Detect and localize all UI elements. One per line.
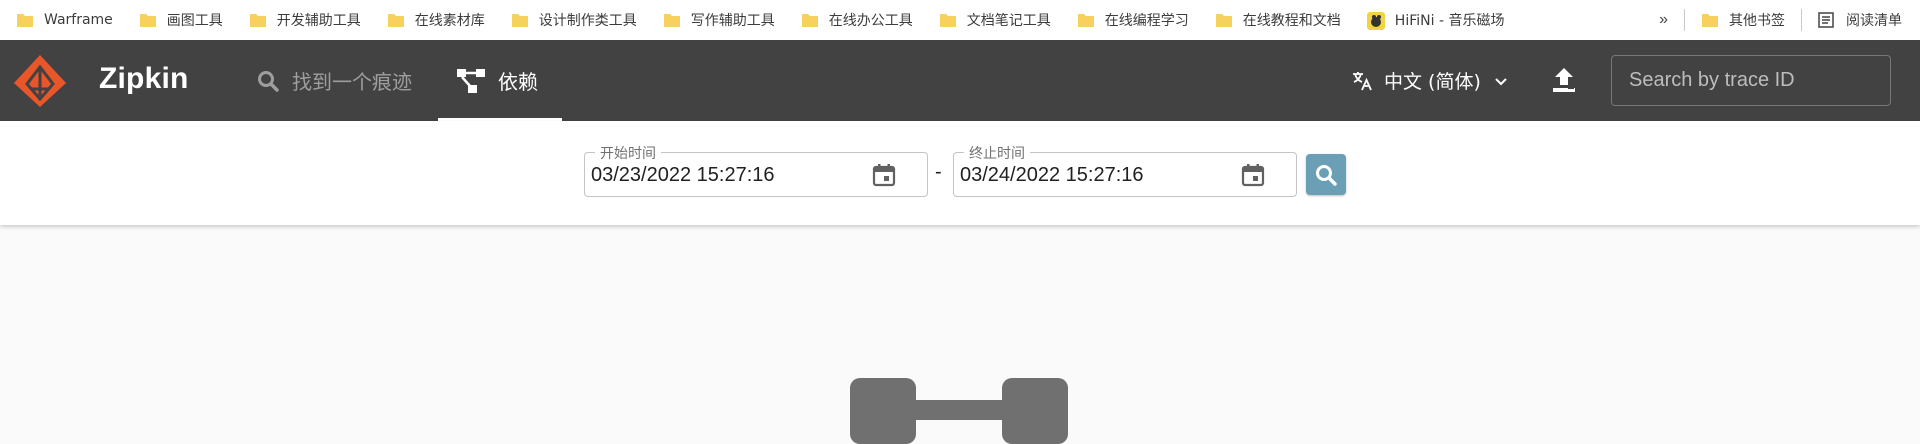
folder-icon [663, 12, 681, 28]
calendar-icon[interactable] [871, 162, 897, 188]
divider [1684, 9, 1685, 31]
start-time-field[interactable]: 开始时间 03/23/2022 15:27:16 [584, 143, 928, 197]
folder-icon [511, 12, 529, 28]
more-bookmarks-button[interactable]: » [1649, 11, 1678, 29]
bookmark-label: 在线教程和文档 [1242, 13, 1341, 29]
folder-icon [1077, 12, 1095, 28]
bookmark-dev-tools[interactable]: 开发辅助工具 [239, 0, 371, 40]
bookmarks-list: Warframe 画图工具 开发辅助工具 在线素材库 设计制作类工具 写作辅助工… [12, 0, 1514, 40]
app-header: Zipkin 找到一个痕迹 依赖 中文 (简体) [0, 40, 1920, 121]
zipkin-logo-icon[interactable] [12, 53, 68, 109]
tab-find-trace[interactable]: 找到一个痕迹 [256, 40, 412, 121]
empty-dependency-graph-icon [850, 378, 1070, 444]
bookmark-drawing-tools[interactable]: 画图工具 [129, 0, 233, 40]
reading-list-label: 阅读清单 [1846, 13, 1902, 29]
bookmark-label: 写作辅助工具 [690, 13, 775, 29]
bookmark-design-tools[interactable]: 设计制作类工具 [501, 0, 647, 40]
search-button[interactable] [1306, 154, 1346, 195]
bookmark-label: HiFiNi - 音乐磁场 [1394, 13, 1505, 29]
end-time-value[interactable]: 03/24/2022 15:27:16 [960, 164, 1144, 187]
bookmark-label: 在线编程学习 [1104, 13, 1189, 29]
folder-icon [139, 12, 157, 28]
tab-label: 依赖 [498, 70, 538, 94]
bookmark-label: 在线素材库 [414, 13, 485, 29]
date-range-toolbar: 开始时间 03/23/2022 15:27:16 - 终止时间 03/24/20… [0, 121, 1920, 225]
bookmark-label: 在线办公工具 [828, 13, 913, 29]
brand-title[interactable]: Zipkin [99, 62, 189, 96]
trace-id-search-input[interactable] [1611, 55, 1891, 106]
bookmark-hifini[interactable]: HiFiNi - 音乐磁场 [1357, 0, 1515, 40]
bookmark-label: 文档笔记工具 [966, 13, 1051, 29]
folder-icon [16, 12, 34, 28]
bookmark-label: 开发辅助工具 [276, 13, 361, 29]
bookmark-label: Warframe [44, 12, 113, 28]
language-label: 中文 (简体) [1384, 71, 1481, 93]
bookmark-label: 画图工具 [166, 13, 223, 29]
bookmarks-bar: Warframe 画图工具 开发辅助工具 在线素材库 设计制作类工具 写作辅助工… [0, 0, 1920, 40]
bookmark-label: 设计制作类工具 [538, 13, 637, 29]
bookmark-other[interactable]: 其他书签 [1691, 0, 1795, 40]
bookmark-office-tools[interactable]: 在线办公工具 [791, 0, 923, 40]
reading-list-icon [1818, 12, 1836, 28]
bookmark-writing-tools[interactable]: 写作辅助工具 [653, 0, 785, 40]
bookmark-coding-learning[interactable]: 在线编程学习 [1067, 0, 1199, 40]
bookmark-warframe[interactable]: Warframe [12, 0, 123, 40]
folder-icon [939, 12, 957, 28]
folder-icon [1215, 12, 1233, 28]
end-time-label: 终止时间 [964, 143, 1030, 163]
divider [1801, 9, 1802, 31]
language-selector[interactable]: 中文 (简体) [1350, 40, 1509, 121]
folder-icon [1701, 12, 1719, 28]
end-time-field[interactable]: 终止时间 03/24/2022 15:27:16 [953, 143, 1297, 197]
tab-label: 找到一个痕迹 [292, 70, 412, 94]
chevron-down-icon [1493, 73, 1509, 89]
bookmarks-right: » 其他书签 阅读清单 [1649, 0, 1920, 40]
search-icon [256, 69, 280, 93]
date-range-separator: - [935, 161, 942, 183]
tab-dependencies[interactable]: 依赖 [438, 40, 562, 121]
search-icon [1314, 163, 1338, 187]
bookmark-notes-tools[interactable]: 文档笔记工具 [929, 0, 1061, 40]
translate-icon [1350, 69, 1374, 93]
hifini-icon [1366, 12, 1385, 30]
bookmark-label: 其他书签 [1729, 13, 1785, 29]
start-time-value[interactable]: 03/23/2022 15:27:16 [591, 164, 775, 187]
start-time-label: 开始时间 [595, 143, 661, 163]
reading-list-button[interactable]: 阅读清单 [1808, 0, 1920, 40]
folder-icon [801, 12, 819, 28]
folder-icon [387, 12, 405, 28]
bookmark-tutorials[interactable]: 在线教程和文档 [1205, 0, 1351, 40]
bookmark-assets[interactable]: 在线素材库 [377, 0, 495, 40]
folder-icon [249, 12, 267, 28]
calendar-icon[interactable] [1240, 162, 1266, 188]
upload-icon[interactable] [1548, 64, 1580, 96]
dependency-graph-icon [456, 68, 486, 94]
